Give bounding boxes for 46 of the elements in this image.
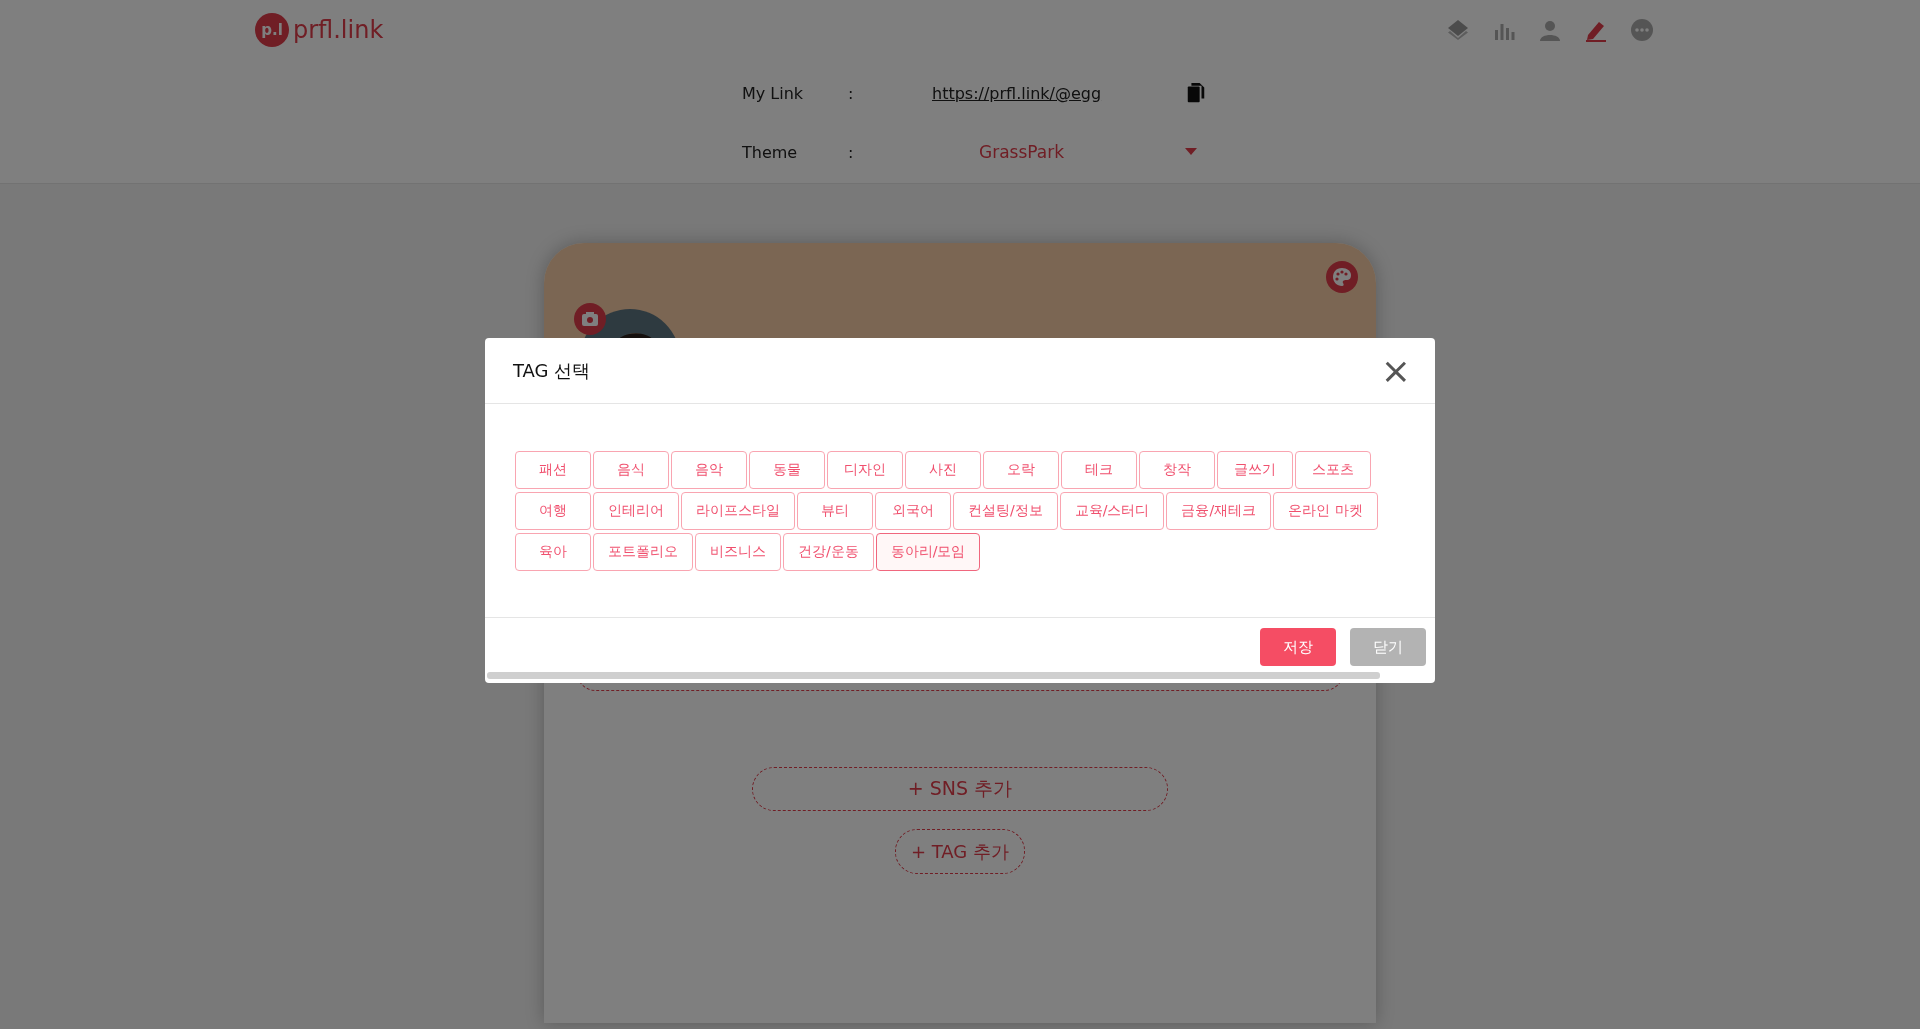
tag-option[interactable]: 금융/재테크 — [1166, 492, 1272, 530]
tag-option[interactable]: 동아리/모임 — [875, 533, 981, 571]
tag-option[interactable]: 온라인 마켓 — [1273, 492, 1378, 530]
tag-option[interactable]: 비즈니스 — [695, 533, 781, 571]
camera-icon[interactable] — [574, 303, 606, 335]
tag-option[interactable]: 교육/스터디 — [1059, 492, 1165, 530]
close-dialog-button[interactable]: 닫기 — [1350, 628, 1426, 666]
tag-option[interactable]: 라이프스타일 — [681, 492, 795, 530]
tag-option[interactable]: 컨설팅/정보 — [953, 492, 1058, 530]
add-tag-button[interactable]: + TAG 추가 — [895, 829, 1025, 874]
palette-icon[interactable] — [1326, 261, 1358, 293]
save-button[interactable]: 저장 — [1260, 628, 1336, 666]
logo-mark[interactable]: p.l — [255, 13, 289, 47]
tag-option[interactable]: 외국어 — [875, 492, 951, 530]
caret-icon[interactable] — [1185, 148, 1197, 156]
close-button[interactable]: × — [1380, 352, 1411, 389]
tag-option[interactable]: 디자인 — [827, 451, 903, 489]
layers-icon[interactable] — [1446, 18, 1470, 42]
tag-option[interactable]: 스포츠 — [1295, 451, 1371, 489]
tag-option[interactable]: 건강/운동 — [783, 533, 874, 571]
copy-icon[interactable] — [1185, 82, 1207, 104]
profile-link[interactable]: https://prfl.link/@egg — [932, 83, 1102, 103]
link-label: My Link — [742, 83, 805, 103]
scrollbar[interactable] — [487, 672, 1380, 679]
tag-option[interactable]: 포트폴리오 — [593, 533, 693, 571]
person-icon[interactable] — [1538, 18, 1562, 42]
colon: : — [848, 142, 855, 162]
tag-option[interactable]: 글쓰기 — [1217, 451, 1293, 489]
tag-option[interactable]: 인테리어 — [593, 492, 679, 530]
more-icon[interactable] — [1630, 18, 1654, 42]
tag-option[interactable]: 음식 — [593, 451, 669, 489]
theme-label: Theme — [742, 142, 799, 162]
colon: : — [848, 83, 855, 103]
tag-option[interactable]: 창작 — [1139, 451, 1215, 489]
logo-text[interactable]: prfl.link — [293, 16, 384, 44]
tag-option[interactable]: 테크 — [1061, 451, 1137, 489]
tag-option[interactable]: 음악 — [671, 451, 747, 489]
tag-option[interactable]: 동물 — [749, 451, 825, 489]
tag-option[interactable]: 여행 — [515, 492, 591, 530]
tag-option[interactable]: 사진 — [905, 451, 981, 489]
tag-option[interactable]: 패션 — [515, 451, 591, 489]
tag-option[interactable]: 육아 — [515, 533, 591, 571]
theme-select[interactable]: GrassPark — [979, 142, 1065, 162]
tag-option[interactable]: 뷰티 — [797, 492, 873, 530]
modal-title: TAG 선택 — [513, 358, 591, 383]
tag-option[interactable]: 오락 — [983, 451, 1059, 489]
